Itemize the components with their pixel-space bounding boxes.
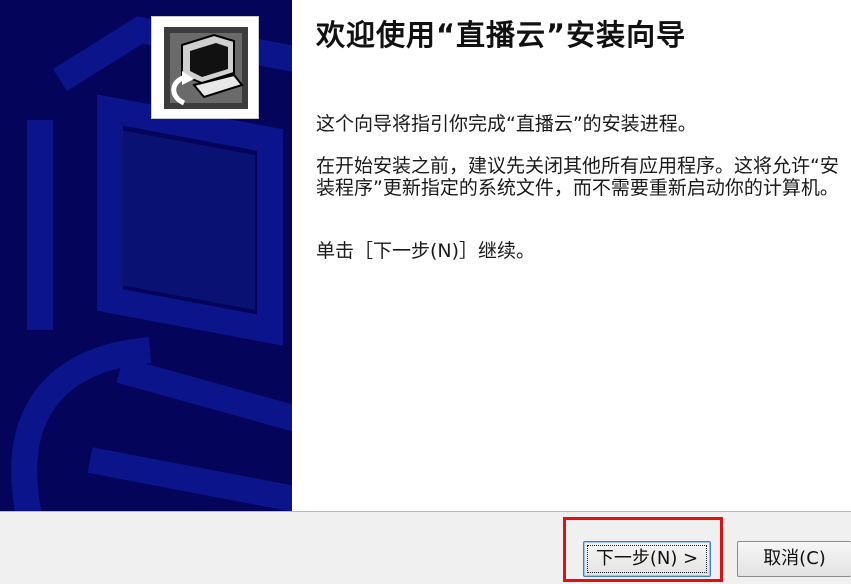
intro-text: 这个向导将指引你完成“直播云”的安装进程。	[316, 113, 697, 135]
wizard-content: 欢迎使用“直播云”安装向导 这个向导将指引你完成“直播云”的安装进程。 在开始安…	[292, 0, 851, 511]
next-button-label: 下一步(N) >	[595, 548, 699, 569]
wizard-banner	[0, 0, 292, 511]
next-button[interactable]: 下一步(N) >	[583, 541, 711, 577]
continue-instruction: 单击［下一步(N)］继续。	[316, 240, 536, 262]
cancel-button[interactable]: 取消(C)	[737, 541, 851, 577]
installer-computer-icon	[164, 27, 248, 109]
button-bar: 下一步(N) > 取消(C)	[0, 511, 851, 584]
advice-text: 在开始安装之前，建议先关闭其他所有应用程序。这将允许“安装程序”更新指定的系统文…	[316, 155, 839, 199]
installer-window: 欢迎使用“直播云”安装向导 这个向导将指引你完成“直播云”的安装进程。 在开始安…	[0, 0, 851, 584]
installer-logo	[151, 16, 259, 119]
wizard-title: 欢迎使用“直播云”安装向导	[316, 18, 687, 52]
